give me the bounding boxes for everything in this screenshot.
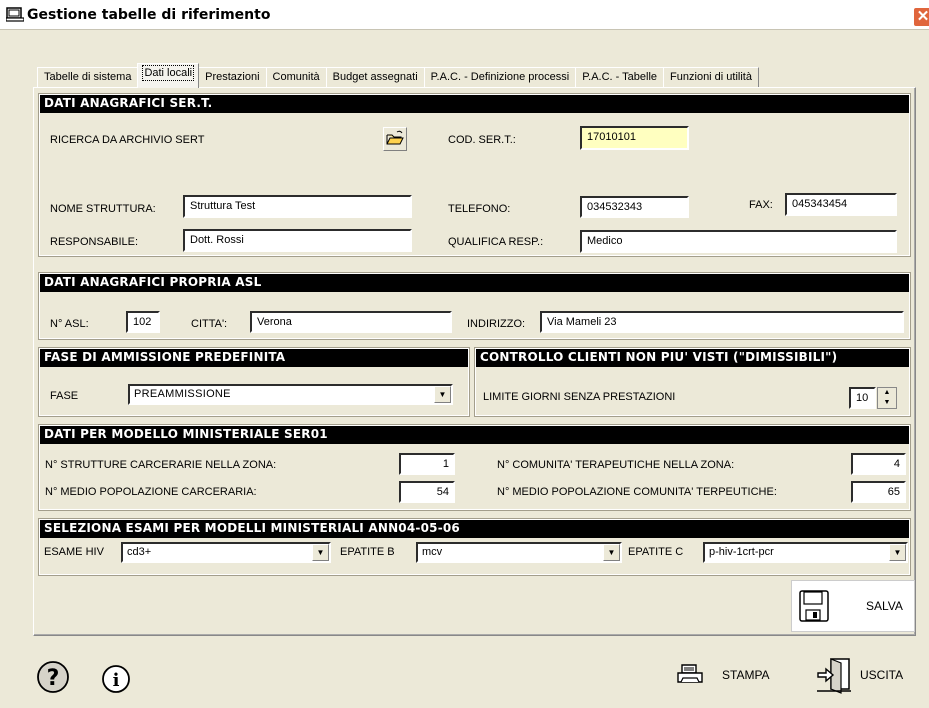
- popolazione-comunita-label: N° MEDIO POPOLAZIONE COMUNITA' TERPEUTIC…: [497, 486, 777, 498]
- exit-button-label: USCITA: [860, 668, 904, 682]
- epatite-b-label: EPATITE B: [340, 546, 395, 558]
- telefono-field[interactable]: 034532343: [580, 196, 689, 218]
- section-header: DATI PER MODELLO MINISTERIALE SER01: [40, 426, 909, 444]
- citta-field[interactable]: Verona: [250, 311, 452, 333]
- window-title: Gestione tabelle di riferimento: [27, 7, 271, 23]
- chevron-down-icon[interactable]: ▼: [603, 544, 620, 561]
- epatite-c-value: p-hiv-1crt-pcr: [709, 546, 774, 558]
- section-header: SELEZIONA ESAMI PER MODELLI MINISTERIALI…: [40, 520, 909, 538]
- save-button[interactable]: SALVA: [791, 580, 915, 632]
- citta-label: CITTA':: [191, 318, 228, 330]
- exit-door-icon: [817, 658, 851, 694]
- limite-giorni-stepper[interactable]: ▲ ▼: [877, 387, 897, 409]
- comunita-terapeutiche-field[interactable]: 4: [851, 453, 906, 475]
- tab-dati-locali[interactable]: Dati locali: [137, 63, 200, 88]
- exit-button[interactable]: USCITA: [815, 656, 915, 694]
- section-header: DATI ANAGRAFICI SER.T.: [40, 95, 909, 113]
- qualifica-field[interactable]: Medico: [580, 230, 897, 253]
- strutture-carcerarie-label: N° STRUTTURE CARCERARIE NELLA ZONA:: [45, 459, 277, 471]
- svg-text:i: i: [113, 670, 120, 691]
- print-button[interactable]: STAMPA: [676, 660, 776, 690]
- responsabile-label: RESPONSABILE:: [50, 236, 139, 248]
- help-icon[interactable]: ?: [36, 660, 70, 694]
- section-header: FASE DI AMMISSIONE PREDEFINITA: [40, 349, 468, 367]
- close-window-button[interactable]: ✕: [913, 7, 929, 27]
- nome-struttura-label: NOME STRUTTURA:: [50, 203, 156, 215]
- telefono-label: TELEFONO:: [448, 203, 511, 215]
- qualifica-label: QUALIFICA RESP.:: [448, 236, 544, 248]
- epatite-b-select[interactable]: mcv ▼: [416, 542, 622, 563]
- tab-pac-tabelle[interactable]: P.A.C. - Tabelle: [575, 67, 665, 88]
- tab-pac-definizione-processi[interactable]: P.A.C. - Definizione processi: [423, 67, 577, 88]
- ricerca-label: RICERCA DA ARCHIVIO SERT: [50, 134, 205, 146]
- chevron-down-icon[interactable]: ▼: [434, 386, 451, 403]
- info-icon[interactable]: i: [101, 664, 131, 694]
- title-bar: Gestione tabelle di riferimento ✕: [0, 0, 929, 30]
- responsabile-field[interactable]: Dott. Rossi: [183, 229, 412, 252]
- section-header: DATI ANAGRAFICI PROPRIA ASL: [40, 274, 909, 292]
- tab-funzioni-di-utilita[interactable]: Funzioni di utilità: [663, 67, 759, 88]
- esame-hiv-select[interactable]: cd3+ ▼: [121, 542, 331, 563]
- folder-open-icon: [386, 130, 404, 145]
- save-button-label: SALVA: [866, 599, 903, 613]
- cod-sert-label: COD. SER.T.:: [448, 134, 516, 146]
- printer-icon: [677, 664, 703, 683]
- n-asl-label: N° ASL:: [50, 318, 89, 330]
- chevron-down-icon[interactable]: ▼: [889, 544, 906, 561]
- strutture-carcerarie-field[interactable]: 1: [399, 453, 455, 475]
- popolazione-comunita-field[interactable]: 65: [851, 481, 906, 503]
- print-button-label: STAMPA: [722, 668, 770, 682]
- esame-hiv-value: cd3+: [127, 546, 152, 558]
- tab-budget-assegnati[interactable]: Budget assegnati: [325, 67, 425, 88]
- open-archive-button[interactable]: [383, 127, 407, 151]
- section-fase-ammissione: FASE DI AMMISSIONE PREDEFINITA: [38, 347, 470, 417]
- indirizzo-label: INDIRIZZO:: [467, 318, 526, 330]
- epatite-c-select[interactable]: p-hiv-1crt-pcr ▼: [703, 542, 908, 563]
- fase-select-value: PREAMMISSIONE: [134, 388, 231, 400]
- section-header: CONTROLLO CLIENTI NON PIU' VISTI ("DIMIS…: [476, 349, 909, 367]
- tab-strip: Tabelle di sistema Dati locali Prestazio…: [37, 62, 759, 88]
- popolazione-carceraria-label: N° MEDIO POPOLAZIONE CARCERARIA:: [45, 486, 257, 498]
- fax-field[interactable]: 045343454: [785, 193, 897, 216]
- section-controllo-clienti: CONTROLLO CLIENTI NON PIU' VISTI ("DIMIS…: [474, 347, 911, 417]
- fax-label: FAX:: [749, 199, 773, 211]
- tab-comunita[interactable]: Comunità: [265, 67, 327, 88]
- fase-label: FASE: [50, 390, 79, 402]
- fase-select[interactable]: PREAMMISSIONE ▼: [128, 384, 453, 405]
- tab-tabelle-di-sistema[interactable]: Tabelle di sistema: [37, 67, 139, 88]
- esame-hiv-label: ESAME HIV: [44, 546, 104, 558]
- svg-text:?: ?: [47, 666, 60, 691]
- floppy-disk-icon: [799, 590, 829, 622]
- limite-giorni-field[interactable]: 10: [849, 387, 876, 409]
- cod-sert-field[interactable]: 17010101: [580, 126, 689, 150]
- indirizzo-field[interactable]: Via Mameli 23: [540, 311, 904, 333]
- epatite-b-value: mcv: [422, 546, 443, 558]
- tab-prestazioni[interactable]: Prestazioni: [198, 67, 267, 88]
- nome-struttura-field[interactable]: Struttura Test: [183, 195, 412, 218]
- popolazione-carceraria-field[interactable]: 54: [399, 481, 455, 503]
- chevron-down-icon[interactable]: ▼: [312, 544, 329, 561]
- epatite-c-label: EPATITE C: [628, 546, 684, 558]
- app-icon: [6, 7, 24, 22]
- limite-giorni-label: LIMITE GIORNI SENZA PRESTAZIONI: [483, 391, 676, 403]
- comunita-terapeutiche-label: N° COMUNITA' TERAPEUTICHE NELLA ZONA:: [497, 459, 735, 471]
- n-asl-field[interactable]: 102: [126, 311, 160, 333]
